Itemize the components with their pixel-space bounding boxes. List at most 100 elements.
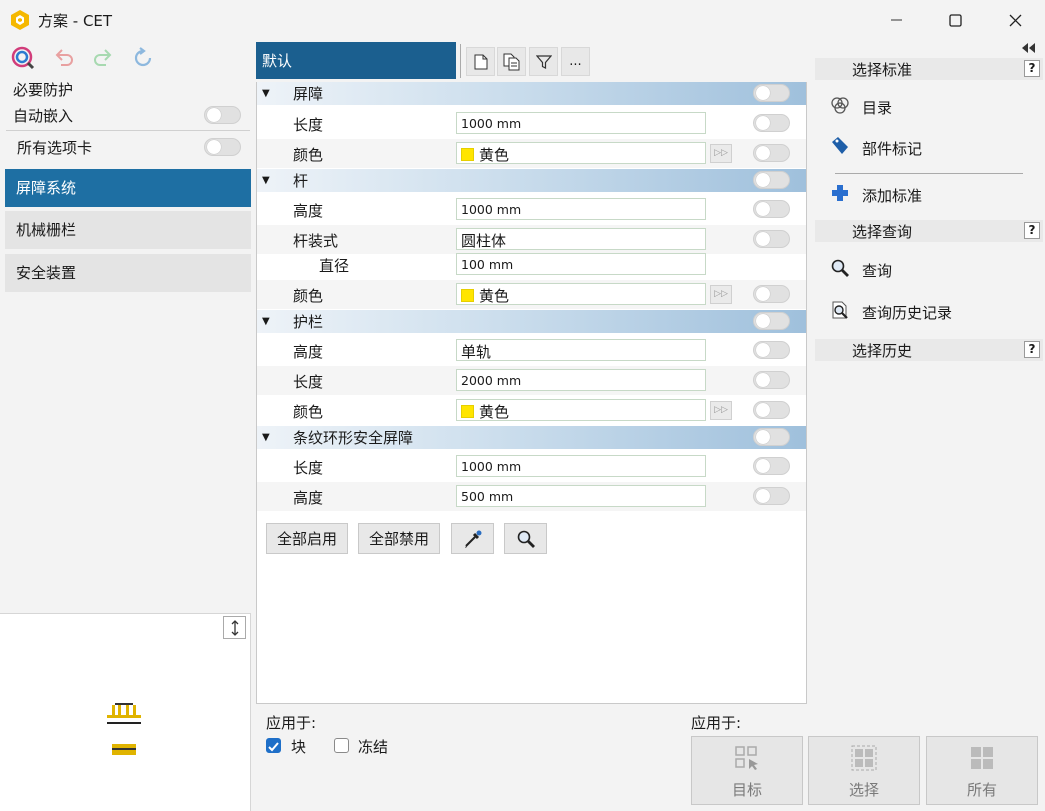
auto-embed-toggle[interactable] — [204, 106, 241, 124]
part-tag-item[interactable]: 部件标记 — [830, 133, 922, 163]
property-row: 高度 单轨 — [257, 336, 806, 365]
more-options-button[interactable]: ... — [561, 47, 590, 76]
close-button[interactable] — [990, 0, 1040, 40]
property-label: 直径 — [319, 257, 350, 275]
maximize-button[interactable] — [930, 0, 980, 40]
property-toggle[interactable] — [753, 341, 790, 359]
group-toggle[interactable] — [753, 428, 790, 446]
property-toggle[interactable] — [753, 371, 790, 389]
catalog-item[interactable]: 目录 — [830, 92, 892, 122]
apply-to-label-right: 应用于: — [691, 714, 742, 732]
section-title: 选择查询 — [852, 223, 913, 241]
auto-embed-label: 自动嵌入 — [13, 107, 74, 125]
fast-forward-icon[interactable]: ▷▷ — [710, 401, 732, 420]
group-toggle[interactable] — [753, 171, 790, 189]
property-toggle[interactable] — [753, 200, 790, 218]
nav-item-safety-device[interactable]: 安全装置 — [5, 254, 251, 292]
property-value-field[interactable]: 2000 mm — [456, 369, 706, 391]
query-history-item[interactable]: 查询历史记录 — [830, 297, 952, 327]
property-toggle[interactable] — [753, 457, 790, 475]
copy-document-icon[interactable] — [497, 47, 526, 76]
property-value-field[interactable]: 100 mm — [456, 253, 706, 275]
minimize-button[interactable] — [872, 0, 922, 40]
property-label: 高度 — [293, 202, 324, 220]
property-value-field[interactable]: 单轨 — [456, 339, 706, 361]
group-header-striped-barrier[interactable]: ▼ 条纹环形安全屏障 — [257, 426, 806, 449]
resize-vertical-icon[interactable] — [223, 616, 246, 639]
undo-icon[interactable] — [52, 46, 76, 70]
help-icon[interactable]: ? — [1024, 341, 1040, 358]
catalog-icon — [830, 95, 850, 119]
disable-all-button[interactable]: 全部禁用 — [358, 523, 440, 554]
group-header-barrier[interactable]: ▼ 屏障 — [257, 82, 806, 105]
search-icon[interactable] — [504, 523, 547, 554]
property-label: 高度 — [293, 489, 324, 507]
query-history-label: 查询历史记录 — [862, 303, 953, 322]
enable-all-button[interactable]: 全部启用 — [266, 523, 348, 554]
query-item[interactable]: 查询 — [830, 255, 892, 285]
help-icon[interactable]: ? — [1024, 60, 1040, 77]
group-header-guardrail[interactable]: ▼ 护栏 — [257, 310, 806, 333]
target-button[interactable]: 目标 — [691, 736, 803, 805]
property-row: 高度 500 mm — [257, 482, 806, 511]
redo-icon[interactable] — [91, 46, 115, 70]
select-label: 选择 — [848, 781, 879, 799]
collapse-icon: ▼ — [262, 316, 270, 327]
filter-icon[interactable] — [529, 47, 558, 76]
group-header-pole[interactable]: ▼ 杆 — [257, 169, 806, 192]
divider — [460, 44, 461, 78]
color-value: 黄色 — [479, 287, 510, 305]
eyedropper-icon[interactable] — [451, 523, 494, 554]
plus-icon — [830, 183, 850, 207]
property-row: 颜色 黄色 ▷▷ — [257, 396, 806, 425]
group-toggle[interactable] — [753, 312, 790, 330]
freeze-checkbox[interactable] — [334, 738, 349, 753]
group-toggle[interactable] — [753, 84, 790, 102]
property-toggle[interactable] — [753, 401, 790, 419]
property-row: 长度 1000 mm — [257, 452, 806, 481]
color-select[interactable]: 黄色 — [456, 142, 706, 164]
property-toggle[interactable] — [753, 487, 790, 505]
block-label: 块 — [291, 738, 307, 756]
property-row: 长度 1000 mm — [257, 109, 806, 138]
fast-forward-icon[interactable]: ▷▷ — [710, 144, 732, 163]
property-label: 杆装式 — [293, 232, 339, 250]
query-target-icon[interactable] — [11, 46, 35, 70]
refresh-icon[interactable] — [131, 46, 155, 70]
collapse-panel-icon[interactable] — [1020, 40, 1038, 53]
property-toggle[interactable] — [753, 230, 790, 248]
divider — [6, 130, 250, 131]
search-icon — [830, 258, 850, 282]
collapse-icon: ▼ — [262, 432, 270, 443]
property-toggle[interactable] — [753, 285, 790, 303]
property-value-field[interactable]: 1000 mm — [456, 112, 706, 134]
all-tabs-label: 所有选项卡 — [17, 139, 93, 157]
property-value-field[interactable]: 500 mm — [456, 485, 706, 507]
help-icon[interactable]: ? — [1024, 222, 1040, 239]
property-toggle[interactable] — [753, 114, 790, 132]
color-select[interactable]: 黄色 — [456, 399, 706, 421]
add-standard-item[interactable]: 添加标准 — [830, 180, 922, 210]
property-toggle[interactable] — [753, 144, 790, 162]
property-value-field[interactable]: 1000 mm — [456, 455, 706, 477]
color-select[interactable]: 黄色 — [456, 283, 706, 305]
nav-item-mechanical-fence[interactable]: 机械栅栏 — [5, 211, 251, 249]
part-tag-label: 部件标记 — [862, 139, 923, 158]
all-button[interactable]: 所有 — [926, 736, 1038, 805]
group-title: 条纹环形安全屏障 — [293, 429, 414, 447]
all-tabs-toggle[interactable] — [204, 138, 241, 156]
tab-default[interactable]: 默认 — [256, 42, 456, 79]
collapse-icon: ▼ — [262, 175, 270, 186]
group-title: 屏障 — [293, 85, 324, 103]
block-checkbox[interactable] — [266, 738, 281, 753]
property-row: 长度 2000 mm — [257, 366, 806, 395]
new-document-icon[interactable] — [466, 47, 495, 76]
nav-item-barrier-system[interactable]: 屏障系统 — [5, 169, 251, 207]
property-value-field[interactable]: 1000 mm — [456, 198, 706, 220]
fast-forward-icon[interactable]: ▷▷ — [710, 285, 732, 304]
section-title: 选择历史 — [852, 342, 913, 360]
property-row: 颜色 黄色 ▷▷ — [257, 280, 806, 309]
color-swatch — [461, 405, 474, 418]
select-button[interactable]: 选择 — [808, 736, 920, 805]
property-value-field[interactable]: 圆柱体 — [456, 228, 706, 250]
